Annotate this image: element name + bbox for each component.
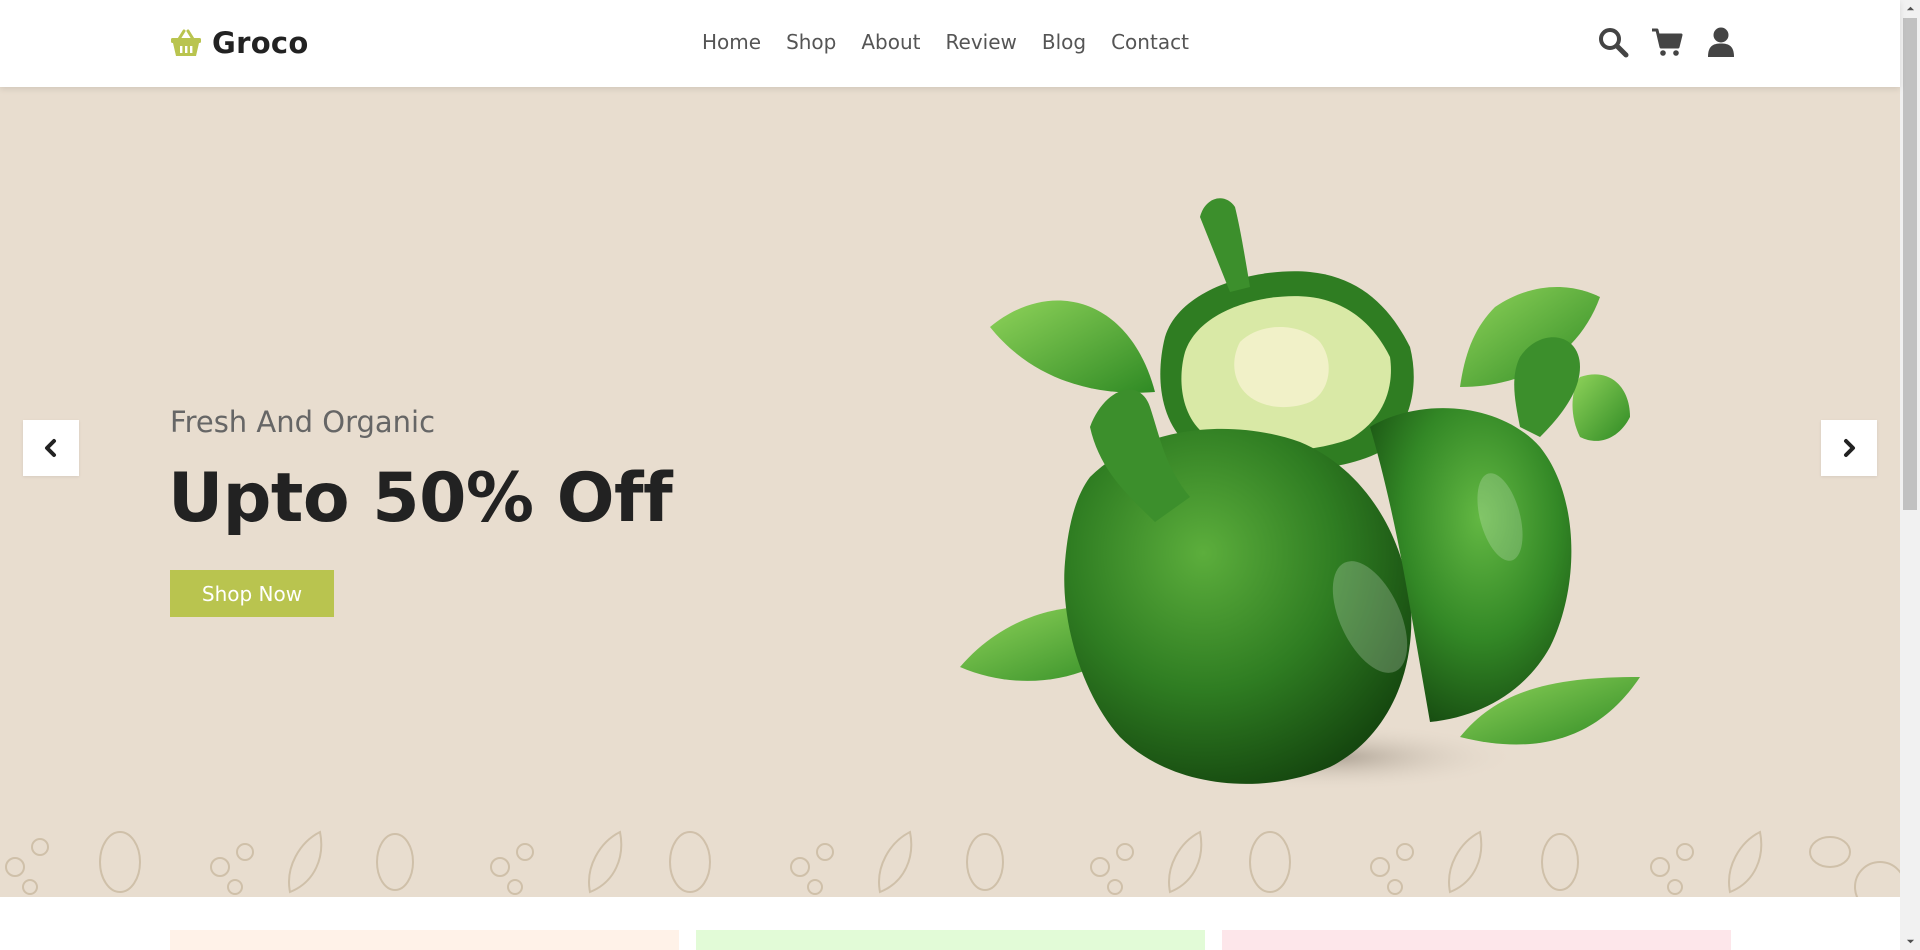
feature-card[interactable] (170, 930, 679, 950)
search-icon[interactable] (1597, 26, 1629, 58)
nav-contact[interactable]: Contact (1111, 30, 1189, 54)
cart-icon[interactable] (1651, 26, 1683, 58)
chevron-left-icon (45, 439, 56, 457)
hero-peppers-image (960, 198, 1640, 791)
carousel-next-button[interactable] (1821, 420, 1877, 476)
feature-card[interactable] (696, 930, 1205, 950)
nav-review[interactable]: Review (946, 30, 1017, 54)
header-actions (1597, 26, 1737, 58)
hero-title: Upto 50% Off (168, 459, 673, 538)
carousel-prev-button[interactable] (23, 420, 79, 476)
feature-card[interactable] (1222, 930, 1731, 950)
scrollbar-thumb[interactable] (1903, 18, 1917, 510)
brand-name: Groco (212, 26, 309, 60)
site-header: Groco Home Shop About Review Blog Contac… (0, 0, 1900, 87)
hero-slider: Fresh And Organic Upto 50% Off Shop Now (0, 87, 1900, 897)
chevron-right-icon (1844, 439, 1855, 457)
hero-subtitle: Fresh And Organic (170, 405, 436, 439)
main-nav: Home Shop About Review Blog Contact (702, 30, 1189, 54)
nav-about[interactable]: About (861, 30, 920, 54)
feature-cards (170, 930, 1731, 950)
scroll-down-arrow-icon[interactable] (1900, 933, 1920, 950)
page-scrollbar[interactable] (1900, 0, 1920, 950)
user-icon[interactable] (1705, 26, 1737, 58)
basket-icon (171, 29, 201, 56)
logo[interactable]: Groco (170, 26, 309, 60)
scroll-up-arrow-icon[interactable] (1900, 0, 1920, 17)
nav-shop[interactable]: Shop (786, 30, 836, 54)
hero-pattern-decoration (5, 830, 1900, 897)
shop-now-button[interactable]: Shop Now (170, 570, 334, 617)
nav-blog[interactable]: Blog (1042, 30, 1086, 54)
nav-home[interactable]: Home (702, 30, 761, 54)
